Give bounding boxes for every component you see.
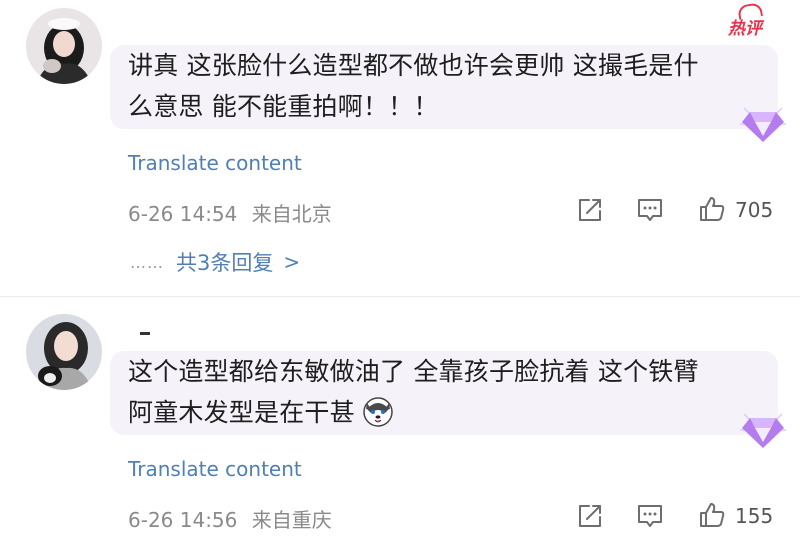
thumbs-up-icon[interactable] [698,501,726,529]
comment-bubble[interactable]: 讲真 这张脸什么造型都不做也许会更帅 这撮毛是什么意思 能不能重拍啊！！！ [110,45,778,129]
comment-icon[interactable] [636,502,664,530]
hot-comment-badge: 热评 [728,14,762,39]
comment-icon[interactable] [636,196,664,224]
comment-meta: 6-26 14:54 来自北京 [128,198,332,227]
replies-label: 共3条回复 [176,251,274,275]
like-count: 705 [735,198,774,222]
share-icon[interactable] [576,502,604,530]
translate-link[interactable]: Translate content [128,457,302,481]
replies-dots: …… [130,252,164,272]
view-replies-link[interactable]: …… 共3条回复 > [130,247,300,277]
comment-location: 来自北京 [251,202,332,226]
comment-location: 来自重庆 [251,508,332,532]
comment-text: 这个造型都给东敏做油了 全靠孩子脸抗着 这个铁臂阿童木发型是在干甚 [128,351,718,433]
avatar[interactable] [26,8,102,84]
divider [0,296,800,297]
like-count: 155 [735,504,774,528]
username-placeholder [140,332,150,335]
chevron-right-icon: > [283,250,301,274]
comment-meta: 6-26 14:56 来自重庆 [128,504,332,533]
comment-timestamp: 6-26 14:54 [128,202,238,226]
share-icon[interactable] [576,196,604,224]
thumbs-up-icon[interactable] [698,195,726,223]
comment-timestamp: 6-26 14:56 [128,508,238,532]
comment-text: 讲真 这张脸什么造型都不做也许会更帅 这撮毛是什么意思 能不能重拍啊！！！ [128,51,699,121]
avatar[interactable] [26,314,102,390]
comment-bubble[interactable]: 这个造型都给东敏做油了 全靠孩子脸抗着 这个铁臂阿童木发型是在干甚 [110,351,778,435]
translate-link[interactable]: Translate content [128,151,302,175]
husky-emoji-icon [363,397,393,427]
diamond-badge-icon [738,102,788,144]
comment-text-content: 这个造型都给东敏做油了 全靠孩子脸抗着 这个铁臂阿童木发型是在干甚 [128,357,699,427]
diamond-badge-icon [738,408,788,450]
